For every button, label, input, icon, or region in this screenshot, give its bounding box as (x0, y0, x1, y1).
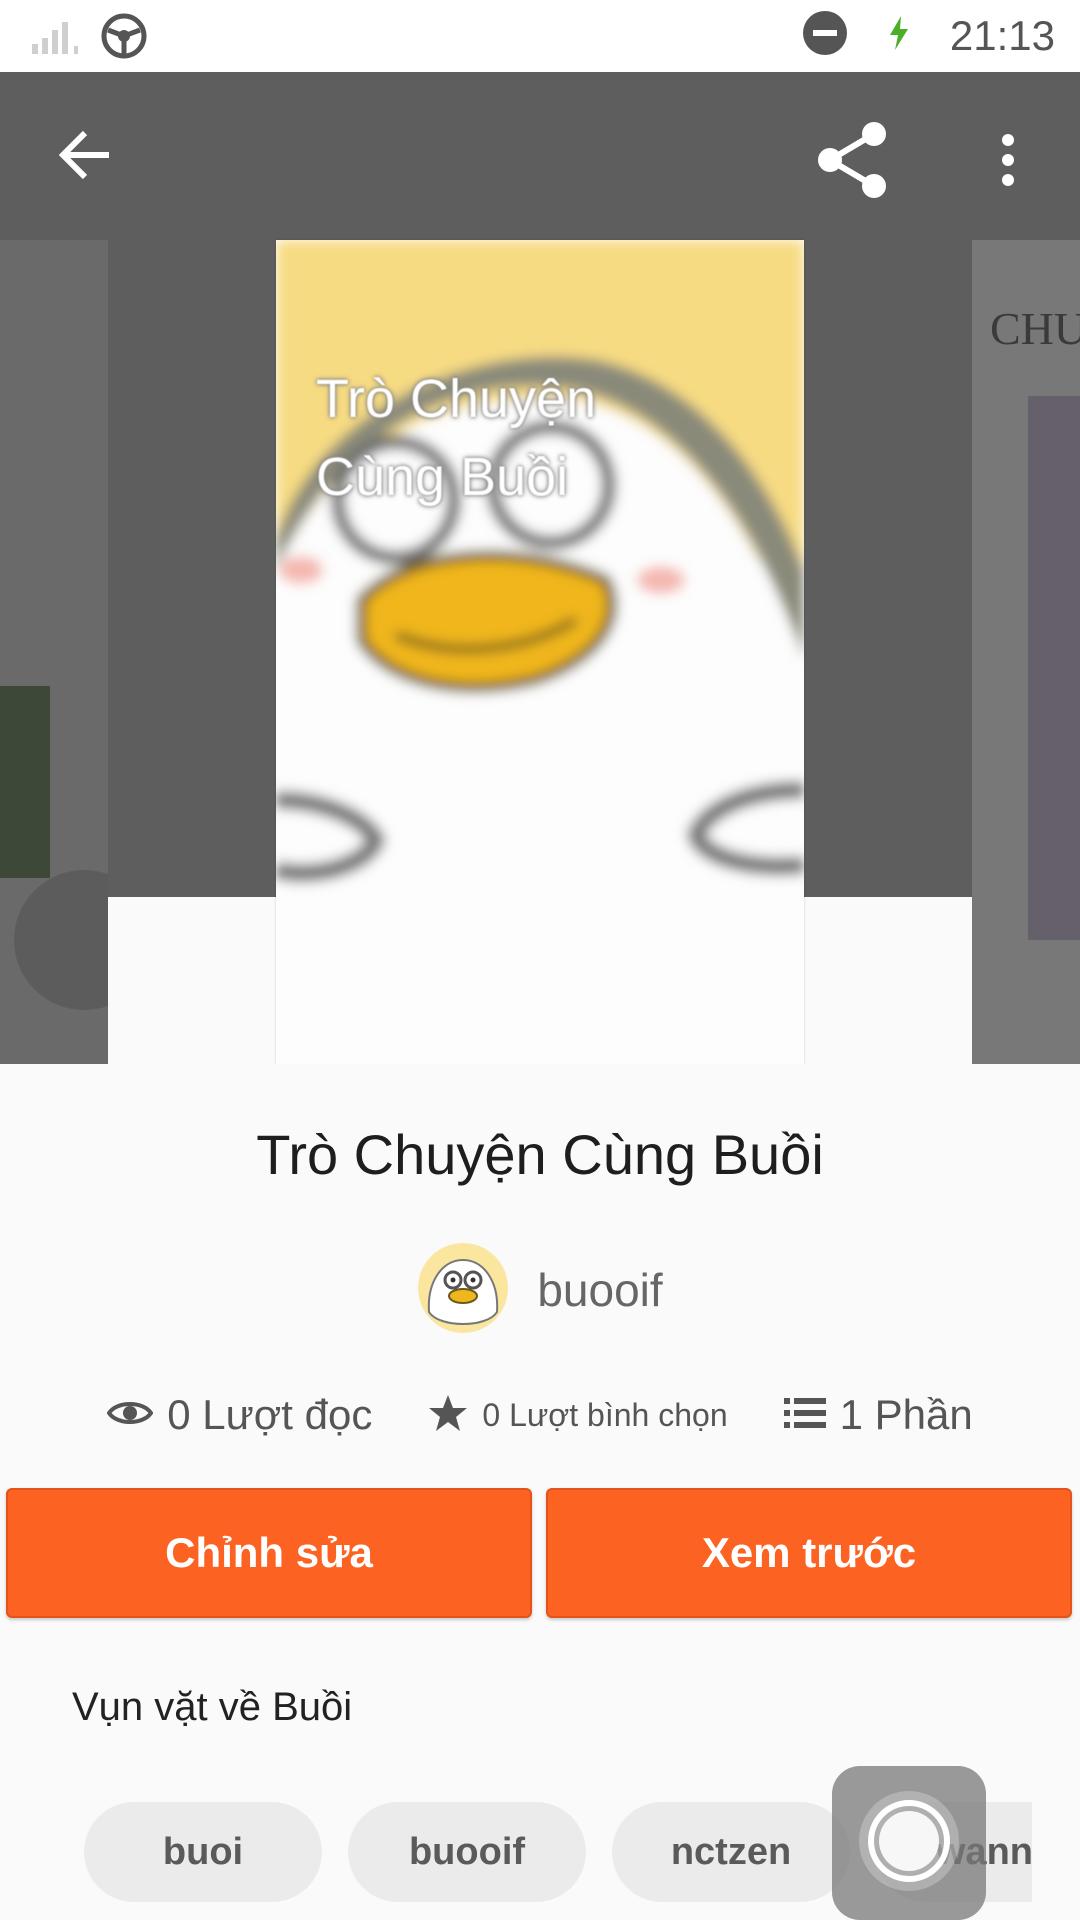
cover-title-line1: Trò Chuyện (316, 369, 597, 429)
list-icon (783, 1396, 826, 1435)
cover-title-line2: Cùng Buồi (316, 447, 569, 507)
reads-count: 0 Lượt đọc (167, 1391, 373, 1438)
author-row[interactable]: buooif (0, 1240, 1080, 1340)
eye-icon (106, 1397, 154, 1434)
app-bar (0, 72, 1080, 242)
next-cover[interactable]: CHU (972, 240, 1080, 1064)
next-cover-title: CHU (990, 303, 1080, 354)
preview-button[interactable]: Xem trước (546, 1488, 1072, 1618)
book-cover[interactable]: Trò Chuyện Cùng Buồi (276, 240, 804, 1064)
charging-icon (888, 16, 910, 55)
status-bar: 21:13 (0, 0, 1080, 72)
assistive-touch-button[interactable] (832, 1766, 986, 1920)
stats-row: 0 Lượt đọc 0 Lượt bình chọn 1 Phần (0, 1385, 1080, 1445)
parts-stat[interactable]: 1 Phần (783, 1391, 973, 1439)
more-vert-icon (998, 132, 1018, 193)
assistive-touch-icon (854, 1786, 964, 1901)
back-button[interactable] (40, 112, 130, 202)
book-title: Trò Chuyện Cùng Buồi (256, 1123, 824, 1186)
more-options-button[interactable] (960, 112, 1056, 212)
share-icon (812, 120, 892, 205)
edit-button[interactable]: Chỉnh sửa (6, 1488, 532, 1618)
book-header: CHU Trò Chuyện Cùng Buồi (0, 72, 1080, 1064)
votes-count: 0 Lượt bình chọn (482, 1396, 728, 1433)
steering-icon (100, 12, 148, 65)
votes-stat: 0 Lượt bình chọn (428, 1393, 728, 1438)
story-description: Vụn vặt về Buồi (72, 1685, 353, 1729)
reads-stat: 0 Lượt đọc (106, 1391, 373, 1439)
back-arrow-icon (57, 127, 113, 188)
share-button[interactable] (800, 110, 904, 214)
cover-title: Trò Chuyện Cùng Buồi (316, 360, 596, 516)
tag-chip[interactable]: buooif (348, 1802, 586, 1902)
star-icon (428, 1393, 468, 1438)
parts-count[interactable]: 1 Phần (840, 1391, 973, 1439)
clock: 21:13 (949, 11, 1055, 59)
signal-icon (30, 16, 82, 61)
prev-cover[interactable] (0, 240, 108, 1064)
author-name[interactable]: buooif (537, 1263, 662, 1317)
tag-chip[interactable]: buoi (84, 1802, 322, 1902)
dnd-icon (802, 10, 848, 61)
tag-chip[interactable]: nctzen (612, 1802, 850, 1902)
avatar[interactable] (417, 1242, 509, 1339)
